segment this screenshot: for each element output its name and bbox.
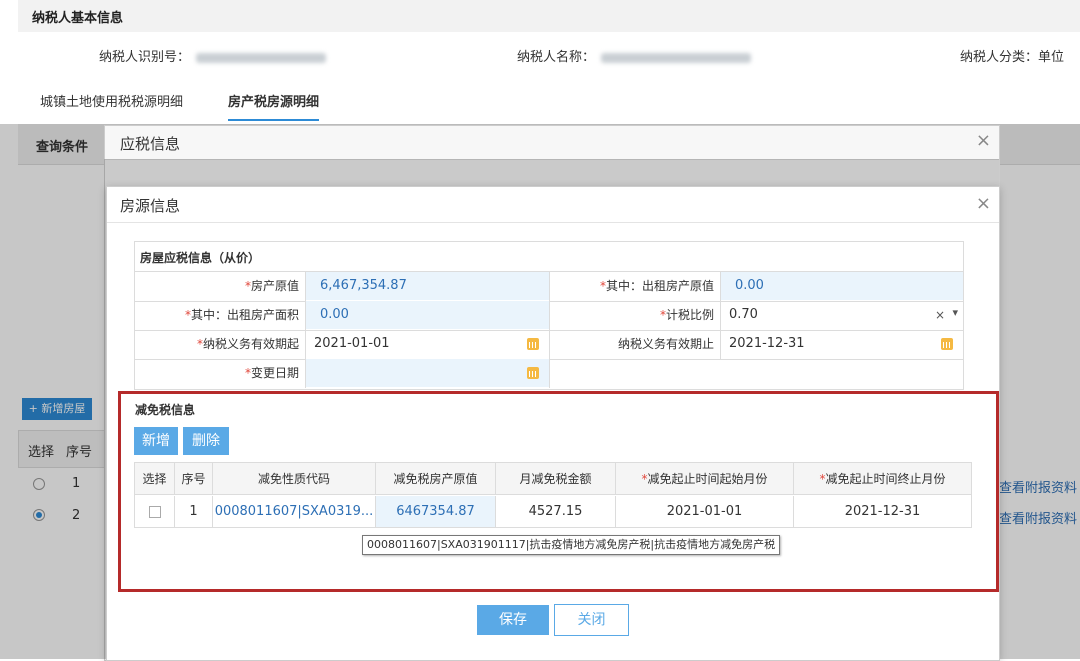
chevron-down-icon[interactable]: ▾	[952, 299, 958, 327]
start-date-label: *纳税义务有效期起	[196, 337, 299, 351]
col-end: *减免起止时间终止月份	[794, 463, 971, 495]
code-tooltip: 0008011607|SXA031901117|抗击疫情地方减免房产税|抗击疫情…	[362, 535, 781, 555]
form-row: *变更日期	[135, 359, 963, 388]
col-start: *减免起止时间起始月份	[616, 463, 794, 495]
end-month-cell[interactable]: 2021-12-31	[794, 496, 971, 527]
end-date-field[interactable]: 2021-12-31	[721, 330, 963, 358]
col-monthly: 月减免税金额	[496, 463, 616, 495]
calendar-icon[interactable]	[941, 338, 953, 350]
add-button[interactable]: 新增	[134, 427, 178, 455]
end-date-label: 纳税义务有效期止	[617, 337, 714, 351]
close-icon[interactable]: ×	[976, 193, 991, 214]
tax-ratio-label: *计税比例	[659, 308, 714, 322]
calendar-icon[interactable]	[527, 367, 539, 379]
modal-title: 应税信息	[120, 135, 181, 153]
exemption-title: 减免税信息	[135, 403, 196, 417]
rented-value-label: *其中：出租房产原值	[599, 279, 714, 293]
taxpayer-id: 纳税人识别号：	[99, 46, 327, 65]
form-row: *纳税义务有效期起 2021-01-01 纳税义务有效期止 2021-12-31	[135, 330, 963, 360]
form-row: *房产原值 6,467,354.87 *其中：出租房产原值 0.00	[135, 272, 963, 302]
save-button[interactable]: 保存	[477, 605, 549, 635]
taxpayer-category: 纳税人分类：单位	[960, 50, 1065, 65]
form-row: *其中：出租房产面积 0.00 *计税比例 0.70 × ▾	[135, 301, 963, 331]
row-checkbox-cell[interactable]	[135, 496, 175, 527]
taxpayer-info-header: 纳税人基本信息	[18, 0, 1080, 32]
tax-ratio-select[interactable]: 0.70 × ▾	[721, 301, 963, 329]
change-date-label: *变更日期	[244, 366, 299, 380]
close-icon[interactable]: ×	[976, 130, 991, 151]
tab-property-tax[interactable]: 房产税房源明细	[228, 91, 320, 121]
exemption-value-cell[interactable]: 6467354.87	[376, 496, 496, 527]
change-date-field[interactable]	[306, 359, 549, 387]
redacted-taxpayer-name	[601, 52, 752, 63]
exemption-code-cell[interactable]: 0008011607|SXA0319...	[213, 496, 376, 527]
house-tax-form: 房屋应税信息（从价） *房产原值 6,467,354.87 *其中：出租房产原值…	[134, 241, 964, 390]
row-seq: 1	[175, 496, 213, 527]
section-title: 纳税人基本信息	[32, 11, 124, 26]
calendar-icon[interactable]	[527, 338, 539, 350]
delete-button[interactable]: 删除	[183, 427, 229, 455]
original-value-label: *房产原值	[244, 279, 299, 293]
start-month-cell[interactable]: 2021-01-01	[616, 496, 794, 527]
col-select: 选择	[135, 463, 175, 495]
clear-icon[interactable]: ×	[935, 301, 945, 329]
rented-value-field[interactable]: 0.00	[721, 272, 963, 300]
original-value-field[interactable]: 6,467,354.87	[306, 272, 549, 300]
taxpayer-name: 纳税人名称：	[517, 46, 752, 65]
col-seq: 序号	[175, 463, 213, 495]
col-value: 减免税房产原值	[376, 463, 496, 495]
row-checkbox[interactable]	[148, 505, 161, 518]
rented-area-field[interactable]: 0.00	[306, 301, 549, 329]
close-button[interactable]: 关闭	[554, 604, 629, 636]
modal-title: 房源信息	[120, 197, 181, 215]
col-code: 减免性质代码	[213, 463, 376, 495]
rented-area-label: *其中：出租房产面积	[184, 308, 299, 322]
redacted-taxpayer-id	[196, 52, 327, 63]
monthly-amount-cell: 4527.15	[496, 496, 616, 527]
form-section-title: 房屋应税信息（从价）	[140, 251, 261, 265]
divider	[107, 222, 999, 223]
exemption-table: 选择 序号 减免性质代码 减免税房产原值 月减免税金额 *减免起止时间起始月份 …	[134, 462, 972, 528]
tab-land-use-tax[interactable]: 城镇土地使用税税源明细	[40, 91, 183, 110]
form-header: 房屋应税信息（从价）	[135, 242, 963, 272]
start-date-field[interactable]: 2021-01-01	[306, 330, 549, 358]
